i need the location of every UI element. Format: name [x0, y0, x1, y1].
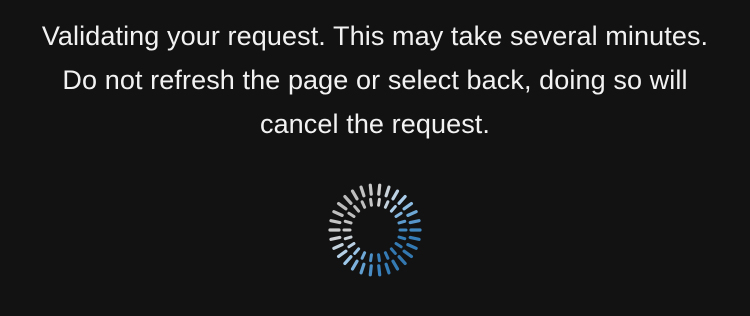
spinner-tick: [360, 251, 367, 260]
spinner-tick: [383, 200, 390, 209]
spinner-tick: [391, 259, 400, 271]
spinner-tick: [397, 194, 407, 205]
spinner-tick: [406, 243, 418, 250]
spinner-tick: [408, 219, 421, 225]
spinner-tick: [377, 197, 381, 207]
spinner-tick: [394, 242, 403, 249]
status-message-line-2: Do not refresh the page or select back, …: [62, 65, 688, 95]
spinner-tick: [359, 185, 366, 198]
spinner-tick: [329, 235, 342, 241]
spinner-tick: [408, 235, 421, 241]
spinner-tick: [353, 247, 361, 255]
loading-spinner-icon: [328, 183, 422, 277]
status-message: Validating your request. This may take s…: [0, 14, 750, 146]
spinner-tick: [402, 249, 414, 259]
spinner-tick: [343, 219, 353, 225]
spinner-tick: [397, 235, 407, 241]
spinner-tick: [369, 197, 373, 207]
spinner-tick: [350, 259, 359, 271]
spinner-tick: [384, 262, 391, 275]
spinner-tick: [369, 253, 373, 263]
spinner-tick: [391, 189, 400, 201]
spinner-tick: [394, 211, 403, 218]
spinner-tick: [383, 251, 390, 260]
status-message-line-3: cancel the request.: [259, 109, 491, 139]
spinner-tick: [336, 249, 348, 259]
spinner-tick: [406, 210, 418, 217]
spinner-tick: [402, 201, 414, 211]
spinner-tick: [332, 210, 344, 217]
spinner-tick: [329, 219, 342, 225]
spinner-tick: [343, 255, 353, 266]
spinner-tick: [336, 201, 348, 211]
spinner-tick: [347, 211, 356, 218]
spinner-tick: [332, 243, 344, 250]
spinner-tick: [397, 219, 407, 225]
spinner-tick: [343, 235, 353, 241]
status-message-line-1: Validating your request. This may take s…: [41, 21, 709, 51]
spinner-tick: [384, 185, 391, 198]
spinner-tick: [368, 264, 373, 277]
spinner-tick: [389, 205, 397, 213]
spinner-tick: [360, 200, 367, 209]
spinner-tick: [377, 253, 381, 263]
spinner-tick: [353, 205, 361, 213]
spinner-tick: [343, 194, 353, 205]
spinner-tick: [350, 189, 359, 201]
spinner-tick: [377, 264, 382, 277]
validation-overlay: Validating your request. This may take s…: [0, 0, 750, 316]
spinner-tick: [368, 183, 373, 196]
spinner-tick: [347, 242, 356, 249]
spinner-tick: [397, 255, 407, 266]
spinner-tick: [389, 247, 397, 255]
spinner-tick: [359, 262, 366, 275]
spinner-tick: [377, 183, 382, 196]
